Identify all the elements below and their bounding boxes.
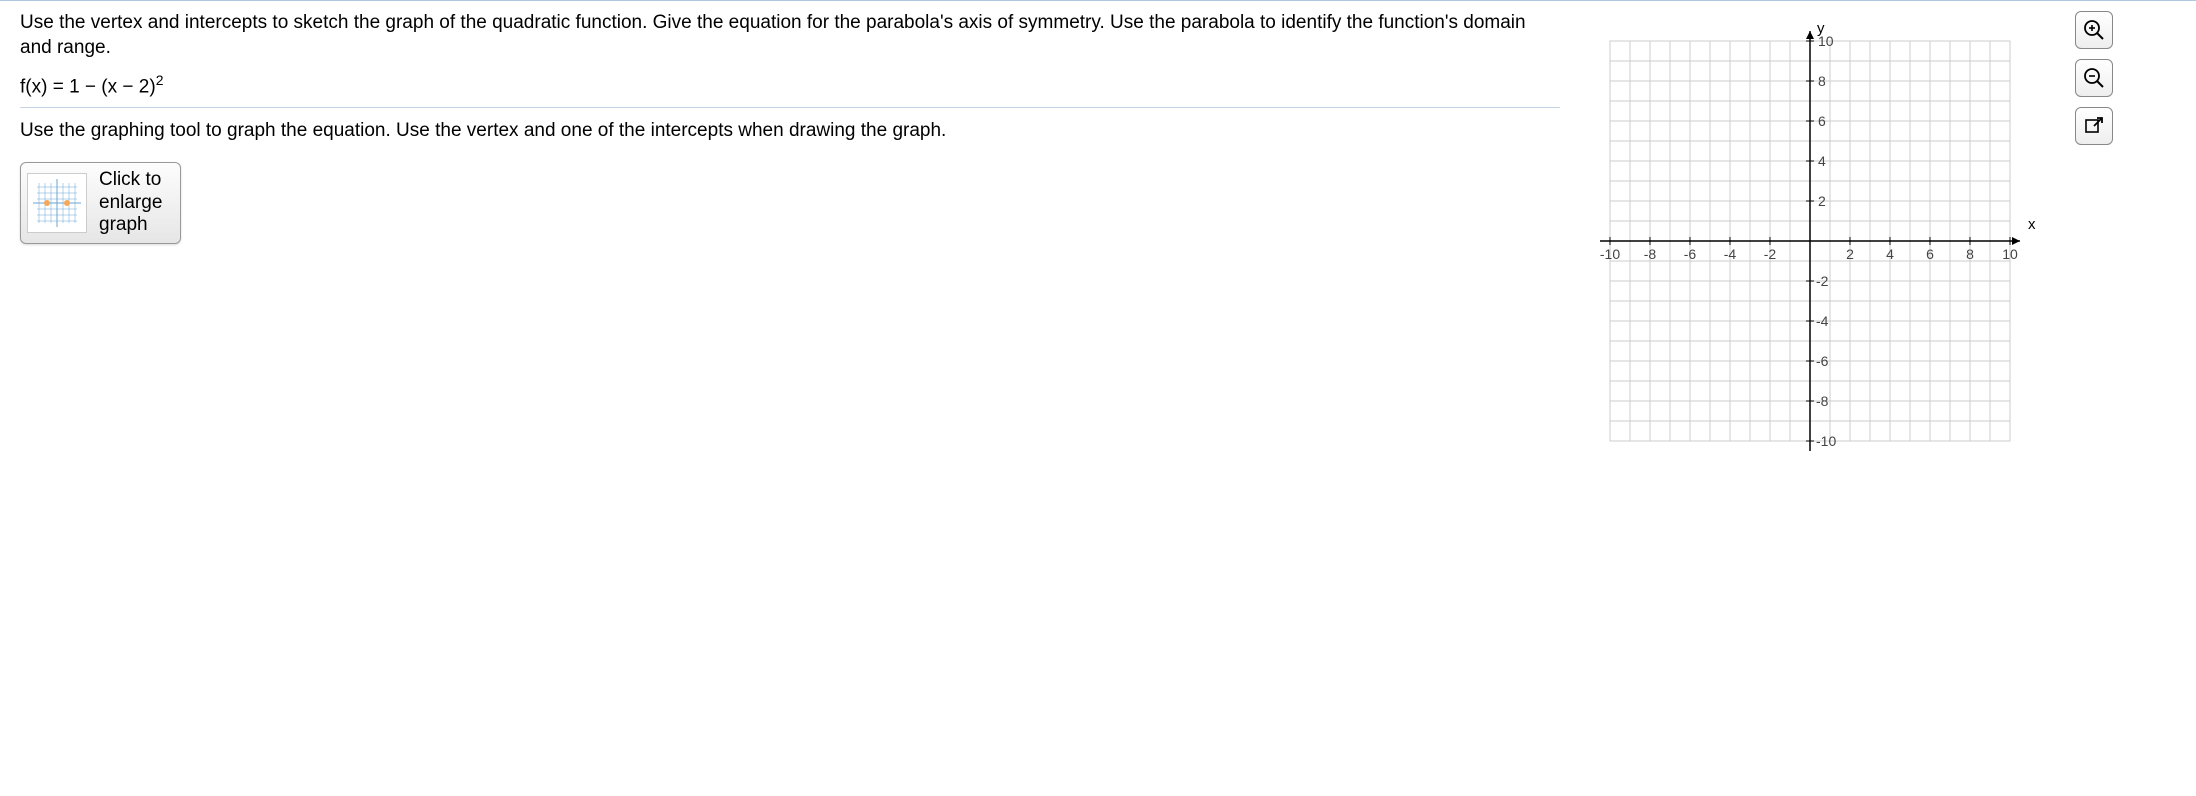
svg-text:8: 8 [1818,73,1826,89]
svg-text:4: 4 [1818,153,1826,169]
svg-text:-10: -10 [1816,433,1836,449]
svg-text:10: 10 [2002,246,2018,262]
enlarge-graph-label: Click to enlarge graph [99,169,162,237]
svg-text:8: 8 [1966,246,1974,262]
svg-text:-8: -8 [1644,246,1657,262]
svg-text:-4: -4 [1724,246,1737,262]
x-axis-label: x [2028,216,2036,233]
svg-text:-6: -6 [1684,246,1697,262]
svg-text:-8: -8 [1816,393,1829,409]
popout-button[interactable] [2075,107,2113,145]
svg-text:2: 2 [1818,193,1826,209]
zoom-out-icon [2083,67,2105,89]
equation-exponent: 2 [156,72,164,88]
popout-icon [2084,116,2104,136]
svg-text:-2: -2 [1764,246,1777,262]
svg-text:6: 6 [1818,113,1826,129]
svg-text:-6: -6 [1816,353,1829,369]
coordinate-graph[interactable]: x y -10-8-6-4-2246810 108642-2-4-6-8-10 [1580,11,2020,451]
question-equation: f(x) = 1 − (x − 2)2 [20,72,1560,98]
svg-text:-10: -10 [1600,246,1620,262]
graph-thumbnail-icon [27,173,87,233]
svg-text:-2: -2 [1816,273,1829,289]
zoom-in-icon [2083,19,2105,41]
svg-text:6: 6 [1926,246,1934,262]
svg-text:2: 2 [1846,246,1854,262]
svg-text:-4: -4 [1816,313,1829,329]
section-divider [20,107,1560,108]
svg-text:4: 4 [1886,246,1894,262]
zoom-out-button[interactable] [2075,59,2113,97]
equation-body: f(x) = 1 − (x − 2) [20,77,156,98]
enlarge-graph-button[interactable]: Click to enlarge graph [20,162,181,244]
graph-instruction: Use the graphing tool to graph the equat… [20,120,1560,142]
zoom-in-button[interactable] [2075,11,2113,49]
question-intro: Use the vertex and intercepts to sketch … [20,11,1560,60]
svg-text:10: 10 [1818,33,1834,49]
